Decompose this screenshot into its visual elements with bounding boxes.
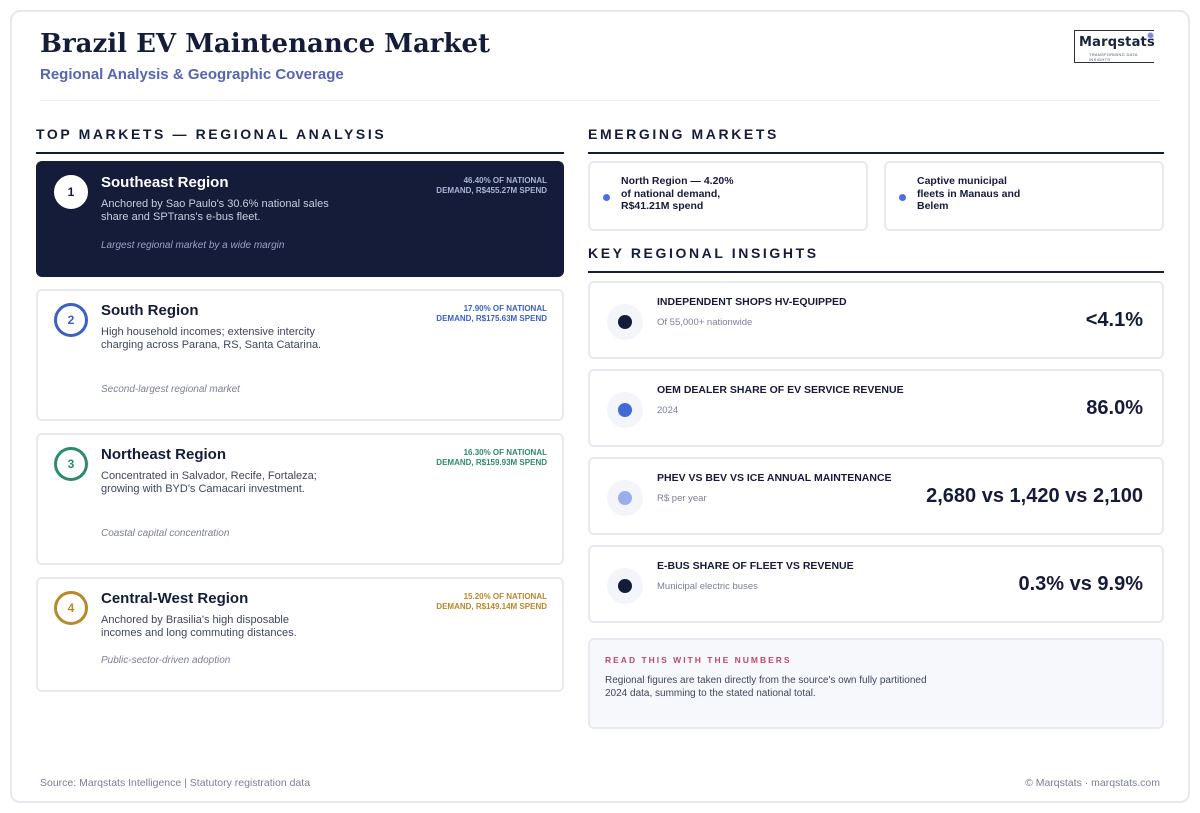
region-name: Southeast Region [101,174,229,191]
insight-dot-icon [618,491,632,505]
insight-sub: Municipal electric buses [657,581,758,592]
key-insights-rule [588,271,1164,273]
header-divider [40,100,1160,101]
rank-badge: 3 [54,447,88,481]
logo-tagline: TRANSFORMING DATA INSIGHTS [1089,52,1138,62]
insight-label: PHEV VS BEV VS ICE ANNUAL MAINTENANCE [657,472,892,484]
note-text: Regional figures are taken directly from… [605,675,927,699]
region-note: Second-largest regional market [101,384,240,395]
footer-copyright: © Marqstats · marqstats.com [1025,777,1160,789]
insight-label: OEM DEALER SHARE OF EV SERVICE REVENUE [657,384,904,396]
region-card-south: 2 South Region High household incomes; e… [36,289,564,421]
logo-wordmark: Marqstats [1079,35,1155,50]
region-description: Anchored by Brasilia's high disposable i… [101,614,297,639]
insight-sub: Of 55,000+ nationwide [657,317,753,328]
method-note-box: READ THIS WITH THE NUMBERS Regional figu… [588,638,1164,729]
top-markets-heading: TOP MARKETS — REGIONAL ANALYSIS [36,126,387,142]
emerging-card: Captive municipal fleets in Manaus and B… [884,161,1164,231]
rank-badge: 2 [54,303,88,337]
insight-value: <4.1% [1085,309,1143,331]
brand-logo: Marqstats TRANSFORMING DATA INSIGHTS [1074,30,1155,63]
footer-source: Source: Marqstats Intelligence | Statuto… [40,777,311,789]
insight-value: 86.0% [1086,397,1143,419]
insight-dot-icon [618,579,632,593]
logo-dot-icon [1147,32,1154,39]
insight-value: 2,680 vs 1,420 vs 2,100 [926,485,1143,507]
insight-card: E-BUS SHARE OF FLEET VS REVENUE Municipa… [588,545,1164,623]
region-name: Central-West Region [101,590,249,607]
region-description: Concentrated in Salvador, Recife, Fortal… [101,470,317,495]
region-name: Northeast Region [101,446,227,463]
region-stat: 15.20% OF NATIONAL DEMAND, R$149.14M SPE… [436,592,547,611]
insight-sub: R$ per year [657,493,707,504]
bullet-dot-icon [603,194,610,201]
rank-badge: 4 [54,591,88,625]
insight-card: OEM DEALER SHARE OF EV SERVICE REVENUE 2… [588,369,1164,447]
insight-label: INDEPENDENT SHOPS HV-EQUIPPED [657,296,847,308]
bullet-dot-icon [899,194,906,201]
page-subtitle: Regional Analysis & Geographic Coverage [40,66,344,83]
top-markets-rule [36,152,564,154]
emerging-card: North Region — 4.20% of national demand,… [588,161,868,231]
region-note: Largest regional market by a wide margin [101,240,285,251]
region-stat: 16.30% OF NATIONAL DEMAND, R$159.93M SPE… [436,448,547,467]
emerging-markets-rule [588,152,1164,154]
region-description: High household incomes; extensive interc… [101,326,322,351]
insight-dot-icon [618,403,632,417]
insight-value: 0.3% vs 9.9% [1018,573,1143,595]
region-note: Coastal capital concentration [101,528,230,539]
region-description: Anchored by Sao Paulo's 30.6% national s… [101,198,329,223]
insight-dot-icon [618,315,632,329]
region-note: Public-sector-driven adoption [101,655,231,666]
region-stat: 46.40% OF NATIONAL DEMAND, R$455.27M SPE… [436,176,547,195]
insight-label: E-BUS SHARE OF FLEET VS REVENUE [657,560,854,572]
insight-card: INDEPENDENT SHOPS HV-EQUIPPED Of 55,000+… [588,281,1164,359]
page-title: Brazil EV Maintenance Market [40,29,491,59]
insight-card: PHEV VS BEV VS ICE ANNUAL MAINTENANCE R$… [588,457,1164,535]
region-stat: 17.90% OF NATIONAL DEMAND, R$175.63M SPE… [436,304,547,323]
emerging-text: North Region — 4.20% of national demand,… [621,175,734,212]
insight-sub: 2024 [657,405,679,416]
note-title: READ THIS WITH THE NUMBERS [605,655,792,665]
region-card-northeast: 3 Northeast Region Concentrated in Salva… [36,433,564,565]
rank-badge: 1 [54,175,88,209]
key-insights-heading: KEY REGIONAL INSIGHTS [588,245,819,261]
emerging-text: Captive municipal fleets in Manaus and B… [917,175,1021,212]
region-name: South Region [101,302,199,319]
region-card-southeast: 1 Southeast Region Anchored by Sao Paulo… [36,161,564,277]
region-card-central-west: 4 Central-West Region Anchored by Brasil… [36,577,564,692]
emerging-markets-heading: EMERGING MARKETS [588,126,779,142]
